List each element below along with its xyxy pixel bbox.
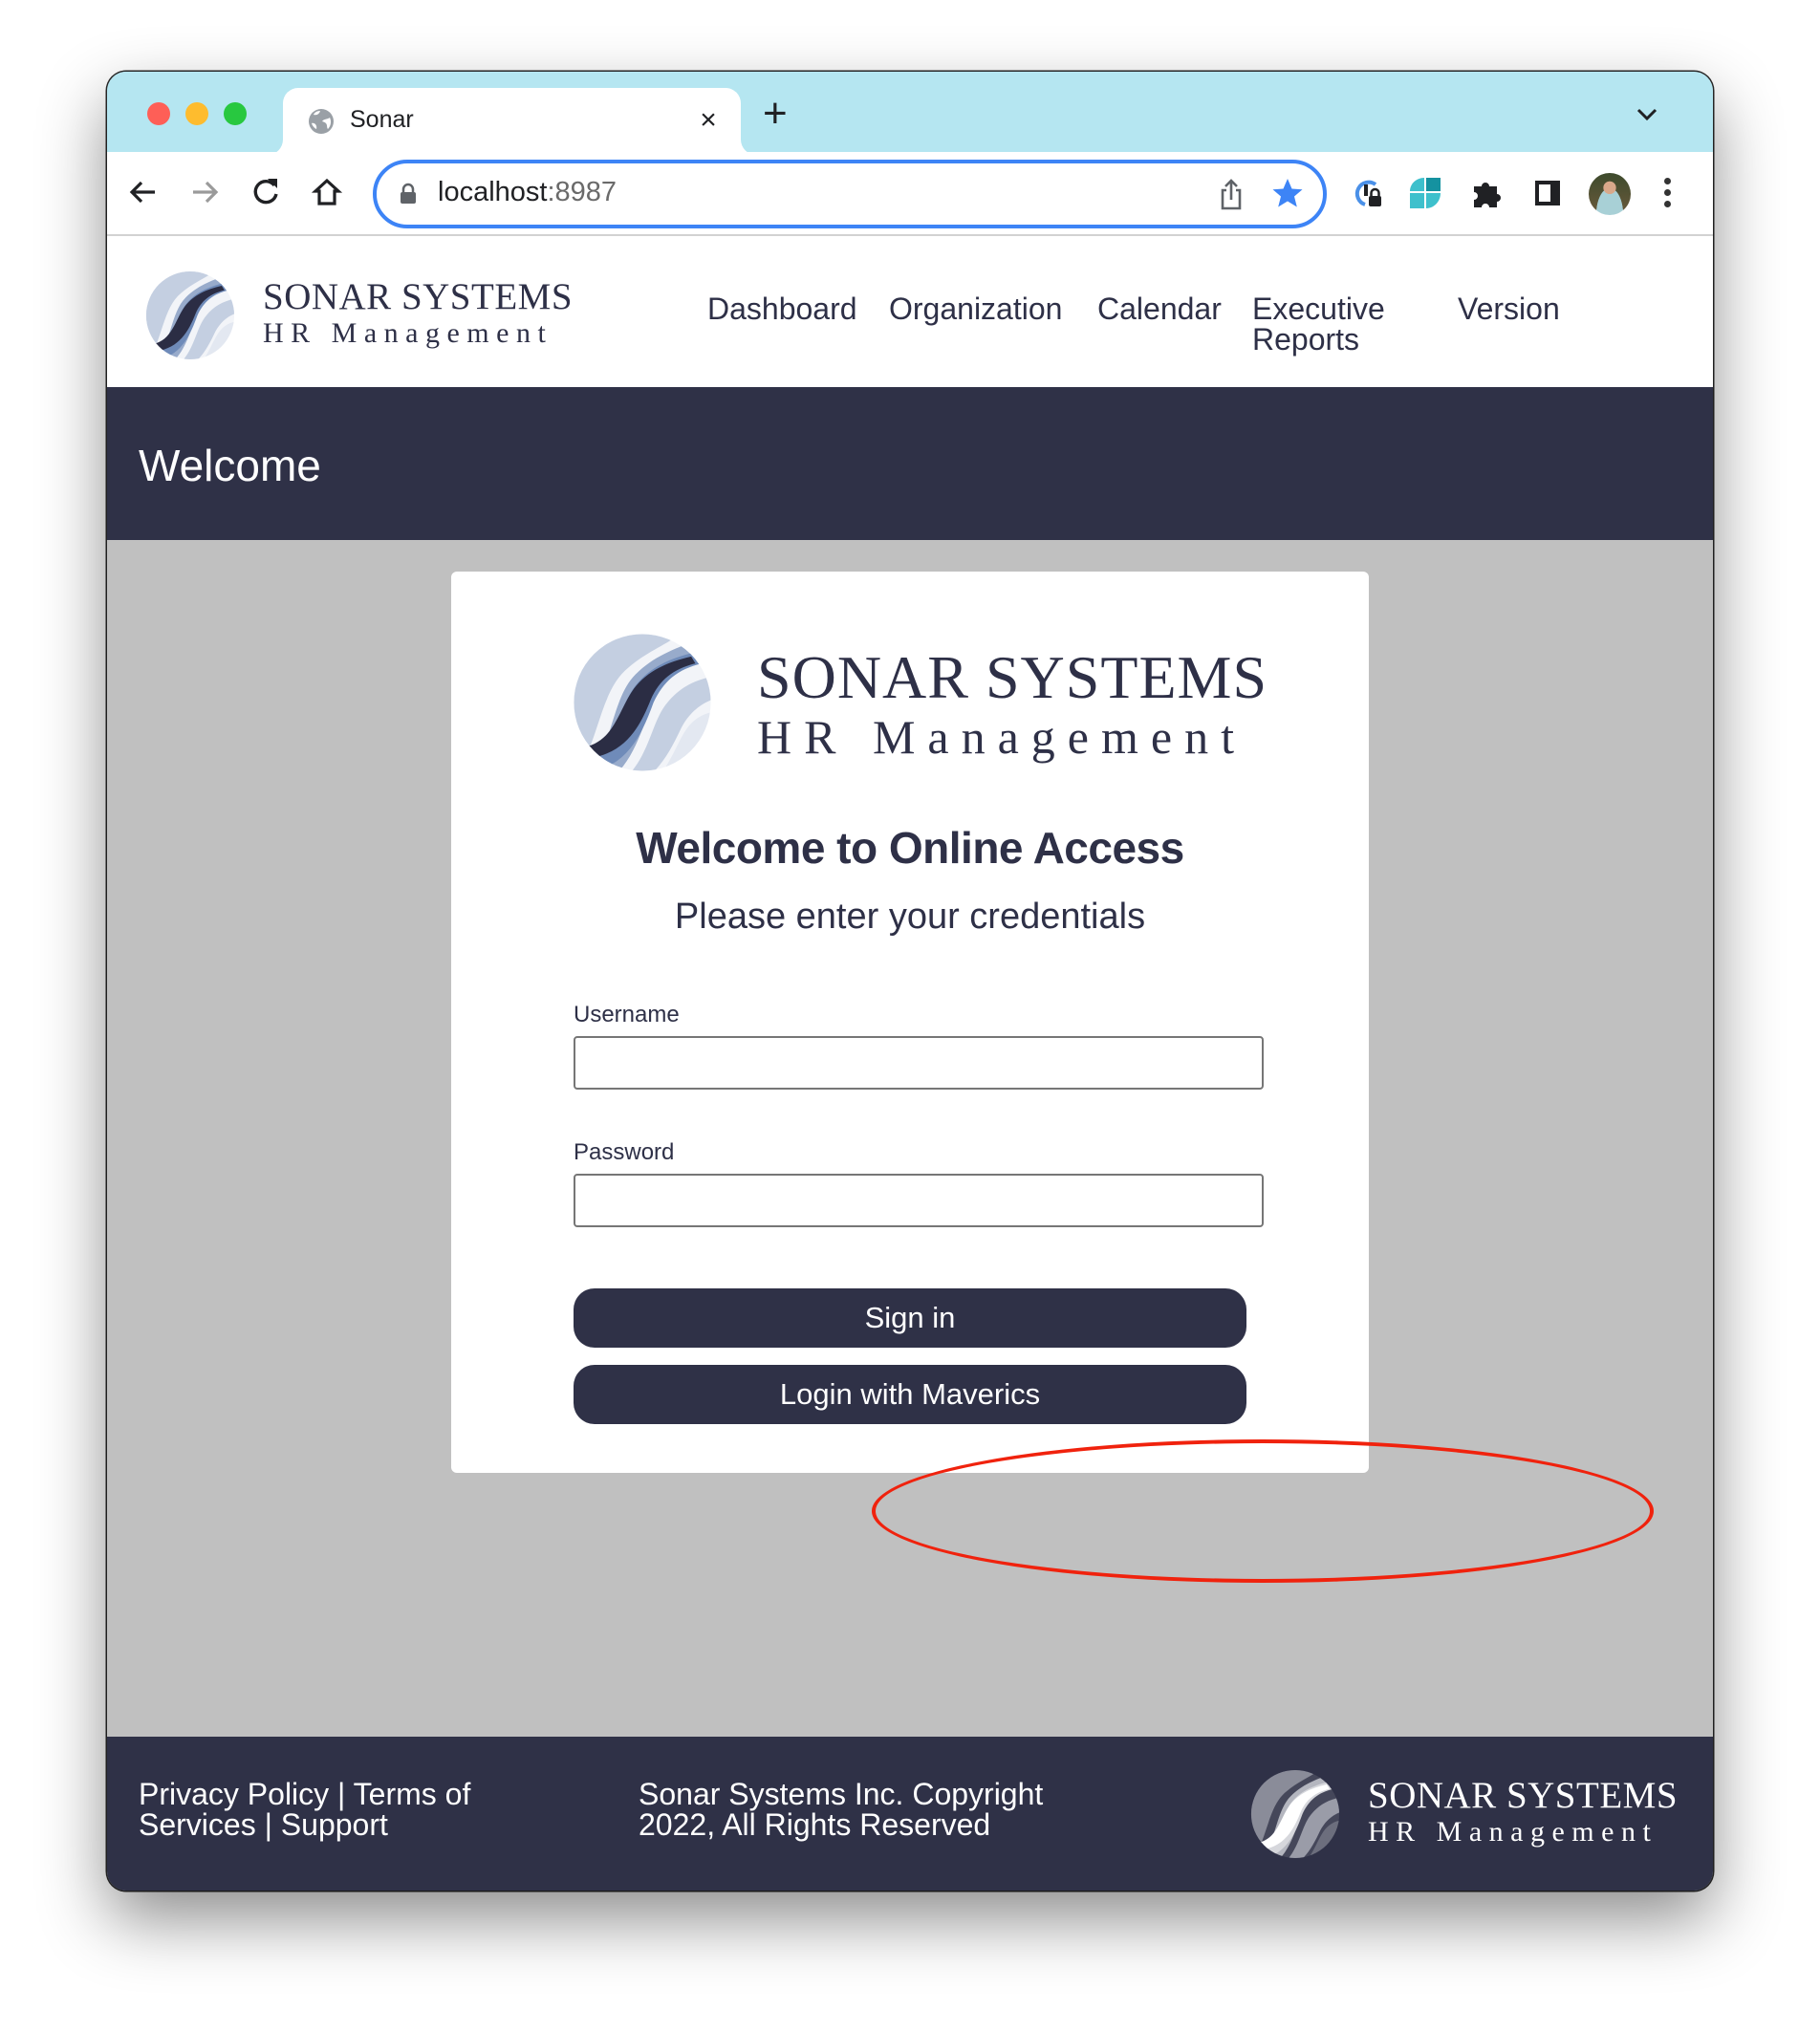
- share-icon[interactable]: [1216, 177, 1246, 211]
- site-footer: Privacy Policy | Terms of Services | Sup…: [107, 1737, 1713, 1891]
- nav-organization[interactable]: Organization: [889, 293, 1062, 324]
- footer-separator: |: [255, 1807, 281, 1842]
- password-label: Password: [574, 1139, 675, 1165]
- tab-strip: Sonar × +: [107, 72, 1713, 155]
- tab-close-icon[interactable]: ×: [693, 101, 724, 140]
- sonar-logo-icon[interactable]: [145, 270, 235, 360]
- maximize-window-button[interactable]: [224, 102, 247, 125]
- new-tab-button[interactable]: +: [763, 93, 788, 135]
- extensions-puzzle-icon[interactable]: [1468, 175, 1505, 211]
- address-bar[interactable]: localhost:8987: [373, 160, 1327, 228]
- footer-links: Privacy Policy | Terms of Services | Sup…: [139, 1779, 521, 1840]
- tab-title: Sonar: [350, 106, 414, 133]
- login-subtitle: Please enter your credentials: [674, 897, 1146, 937]
- browser-window: Sonar × + localhost:8987 SONAR SYSTEMS H…: [107, 72, 1713, 1891]
- tab-search-chevron-icon[interactable]: [1635, 104, 1659, 125]
- nav-calendar[interactable]: Calendar: [1097, 293, 1222, 324]
- brand-name: SONAR SYSTEMS: [1368, 1775, 1679, 1816]
- lock-icon[interactable]: [400, 183, 417, 204]
- privacy-policy-link[interactable]: Privacy Policy: [139, 1777, 329, 1811]
- nav-executive-reports[interactable]: Executive Reports: [1252, 293, 1396, 355]
- brand-name: SONAR SYSTEMS: [757, 643, 1268, 711]
- brand-name: SONAR SYSTEMS: [263, 276, 574, 317]
- back-arrow-icon[interactable]: [124, 173, 162, 211]
- support-link[interactable]: Support: [281, 1807, 388, 1842]
- footer-brand-wordmark: SONAR SYSTEMS HR Management: [1368, 1777, 1678, 1849]
- sonar-logo-icon: [1250, 1769, 1340, 1859]
- profile-avatar[interactable]: [1589, 173, 1631, 215]
- home-icon[interactable]: [308, 173, 346, 211]
- main-content: SONAR SYSTEMS HR Management Welcome to O…: [107, 540, 1713, 1737]
- minimize-window-button[interactable]: [185, 102, 208, 125]
- extension-tiles-icon[interactable]: [1407, 175, 1443, 211]
- page-title: Welcome: [139, 441, 321, 490]
- globe-icon: [309, 109, 334, 134]
- reload-icon[interactable]: [247, 173, 285, 211]
- brand-tagline: HR Management: [757, 710, 1246, 764]
- brand-wordmark[interactable]: SONAR SYSTEMS HR Management: [263, 278, 573, 351]
- close-window-button[interactable]: [147, 102, 170, 125]
- nav-dashboard[interactable]: Dashboard: [707, 293, 857, 324]
- side-panel-icon[interactable]: [1529, 175, 1566, 211]
- url-host: localhost: [438, 177, 548, 207]
- url-text[interactable]: localhost:8987: [438, 177, 617, 208]
- login-title: Welcome to Online Access: [636, 823, 1184, 873]
- nav-version[interactable]: Version: [1458, 293, 1560, 324]
- login-with-maverics-button[interactable]: Login with Maverics: [574, 1365, 1246, 1424]
- bookmark-star-icon[interactable]: [1271, 177, 1304, 209]
- site-header: SONAR SYSTEMS HR Management Dashboard Or…: [107, 236, 1713, 387]
- username-label: Username: [574, 1002, 680, 1027]
- browser-toolbar: localhost:8987: [107, 152, 1713, 236]
- brand-tagline: HR Management: [263, 317, 553, 349]
- brand-tagline: HR Management: [1368, 1816, 1658, 1848]
- annotation-ellipse: [872, 1439, 1654, 1583]
- forward-arrow-icon[interactable]: [185, 173, 224, 211]
- page-banner: Welcome: [107, 387, 1713, 540]
- menu-dots-icon[interactable]: [1661, 175, 1673, 213]
- footer-separator: |: [329, 1777, 354, 1811]
- username-input[interactable]: [574, 1036, 1264, 1090]
- browser-tab[interactable]: Sonar ×: [283, 88, 741, 155]
- url-port: :8987: [547, 177, 618, 207]
- password-input[interactable]: [574, 1174, 1264, 1227]
- copyright-text: Sonar Systems Inc. Copyright 2022, All R…: [639, 1777, 1044, 1842]
- sonar-logo-icon: [573, 633, 712, 772]
- brand-wordmark: SONAR SYSTEMS HR Management: [757, 646, 1268, 765]
- extension-password-icon[interactable]: [1350, 175, 1386, 211]
- sign-in-button[interactable]: Sign in: [574, 1288, 1246, 1348]
- login-card: SONAR SYSTEMS HR Management Welcome to O…: [451, 572, 1654, 1583]
